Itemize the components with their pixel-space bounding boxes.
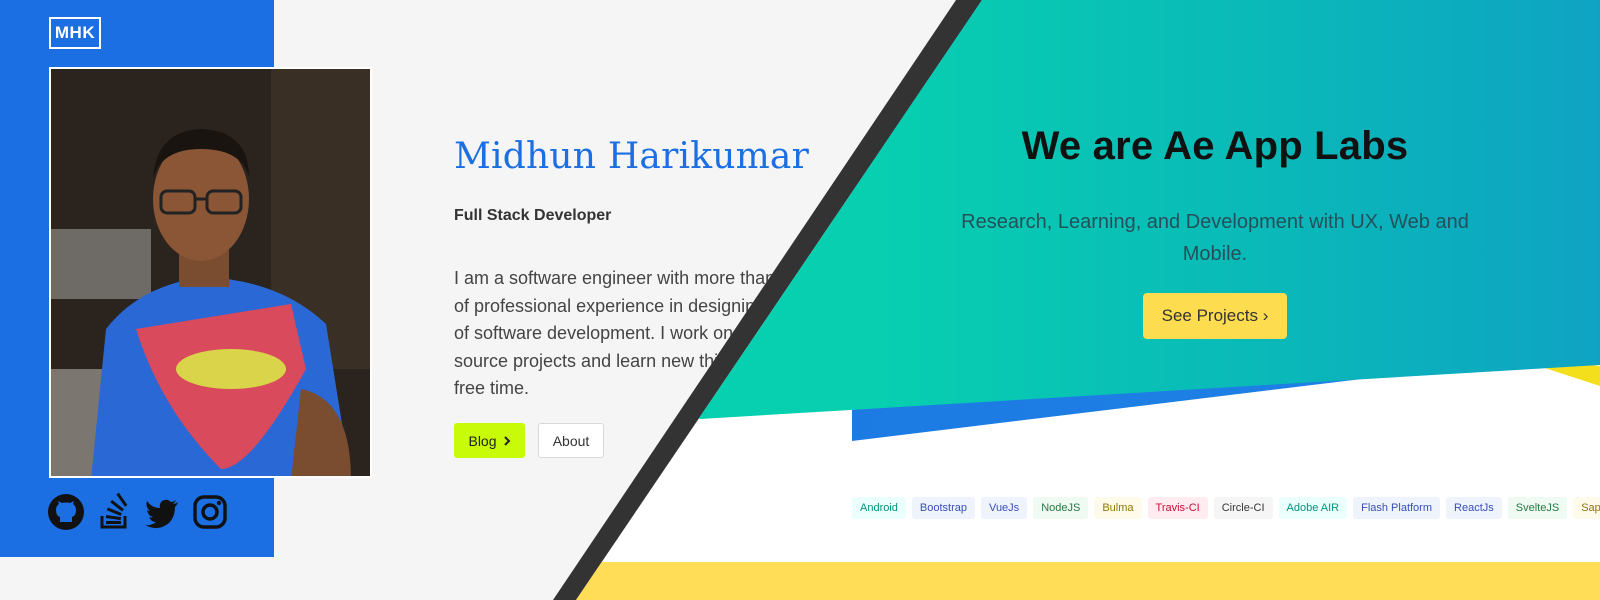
bio-line: I am a software engineer with more than (454, 268, 776, 288)
blog-button[interactable]: Blog (454, 423, 525, 458)
hero-title: We are Ae App Labs (1021, 124, 1409, 168)
see-projects-button[interactable]: See Projects › (1143, 293, 1287, 339)
instagram-icon[interactable] (190, 492, 230, 532)
chevron-right-icon (503, 435, 510, 446)
tech-tag[interactable]: VueJs (981, 497, 1028, 519)
technology-tags: Android Bootstrap VueJs NodeJS Bulma Travis-C… (852, 497, 1600, 519)
profile-sidebar: MHK (0, 0, 372, 557)
hero-subtitle: Research, Learning, and Development with… (961, 211, 1469, 265)
tech-tag[interactable]: Android (852, 497, 906, 519)
about-button[interactable]: About (538, 423, 604, 458)
social-links (46, 492, 230, 532)
tech-tag[interactable]: NodeJS (1033, 497, 1089, 519)
stack-overflow-icon[interactable] (94, 492, 134, 532)
github-icon[interactable] (46, 492, 86, 532)
profile-name: Midhun Harikumar (454, 136, 810, 177)
twitter-icon[interactable] (142, 492, 182, 532)
tech-tag[interactable]: ReactJs (1446, 497, 1502, 519)
profile-role: Full Stack Developer (454, 207, 612, 224)
tech-tag[interactable]: SvelteJS (1507, 497, 1568, 519)
tech-tag[interactable]: Bulma (1094, 497, 1142, 519)
tech-tag[interactable]: Adobe AIR (1278, 497, 1348, 519)
tech-tag[interactable]: Travis-CI (1147, 497, 1208, 519)
tech-tag[interactable]: SapperJS (1573, 497, 1600, 519)
profile-photo (49, 67, 372, 478)
tech-tag[interactable]: Flash Platform (1353, 497, 1441, 519)
blog-button-label: Blog (468, 432, 497, 449)
tech-tag[interactable]: Circle-CI (1213, 497, 1273, 519)
tech-tag[interactable]: Bootstrap (911, 497, 976, 519)
site-logo[interactable]: MHK (49, 17, 101, 49)
